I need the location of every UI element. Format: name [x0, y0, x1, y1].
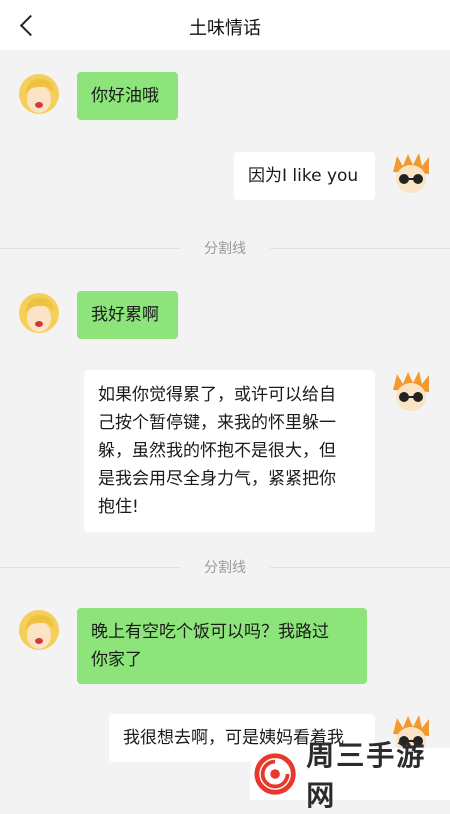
message-line: 抱住!: [98, 497, 139, 517]
message-text: 我好累啊: [91, 305, 159, 325]
blonde-girl-avatar-icon[interactable]: [16, 72, 62, 118]
message-line: 如果你觉得累了，或许可以给自: [98, 385, 336, 405]
page-title: 土味情话: [189, 18, 261, 39]
spiky-hair-sunglasses-avatar-icon[interactable]: [388, 152, 434, 198]
watermark-text: 周三手游网: [306, 739, 427, 812]
message-row: 我好累啊: [0, 291, 450, 351]
divider-line: [270, 567, 450, 568]
message-row: 晚上有空吃个饭可以吗？我路过 你家了: [0, 608, 450, 688]
message-row: 因为I like you: [0, 152, 450, 212]
message-row: 如果你觉得累了，或许可以给自 己按个暂停键，来我的怀里躲一 躲，虽然我的怀抱不是…: [0, 370, 450, 532]
watermark: 周三手游网: [250, 739, 450, 812]
watermark-logo-icon: [254, 753, 296, 795]
message-bubble: 你好油哦: [77, 72, 178, 120]
blonde-girl-avatar-icon[interactable]: [16, 291, 62, 337]
message-text: 因为I like you: [248, 166, 359, 186]
message-row: 你好油哦: [0, 72, 450, 132]
spiky-hair-sunglasses-avatar-icon[interactable]: [388, 370, 434, 416]
message-line: 晚上有空吃个饭可以吗？我路过: [91, 622, 329, 642]
message-line: 是我会用尽全身力气，紧紧把你: [98, 469, 336, 489]
message-divider: 分割线: [0, 557, 450, 577]
blonde-girl-avatar-icon[interactable]: [16, 608, 62, 654]
message-line: 躲，虽然我的怀抱不是很大，但: [98, 441, 336, 461]
message-line: 己按个暂停键，来我的怀里躲一: [98, 413, 336, 433]
message-divider: 分割线: [0, 238, 450, 258]
message-bubble: 因为I like you: [234, 152, 375, 200]
message-bubble: 如果你觉得累了，或许可以给自 己按个暂停键，来我的怀里躲一 躲，虽然我的怀抱不是…: [84, 370, 375, 532]
message-bubble: 我好累啊: [77, 291, 178, 339]
app-header: 土味情话: [0, 0, 450, 50]
message-bubble: 晚上有空吃个饭可以吗？我路过 你家了: [77, 608, 367, 684]
message-line: 你家了: [91, 650, 142, 670]
divider-line: [270, 248, 450, 249]
message-text: 你好油哦: [91, 86, 159, 106]
